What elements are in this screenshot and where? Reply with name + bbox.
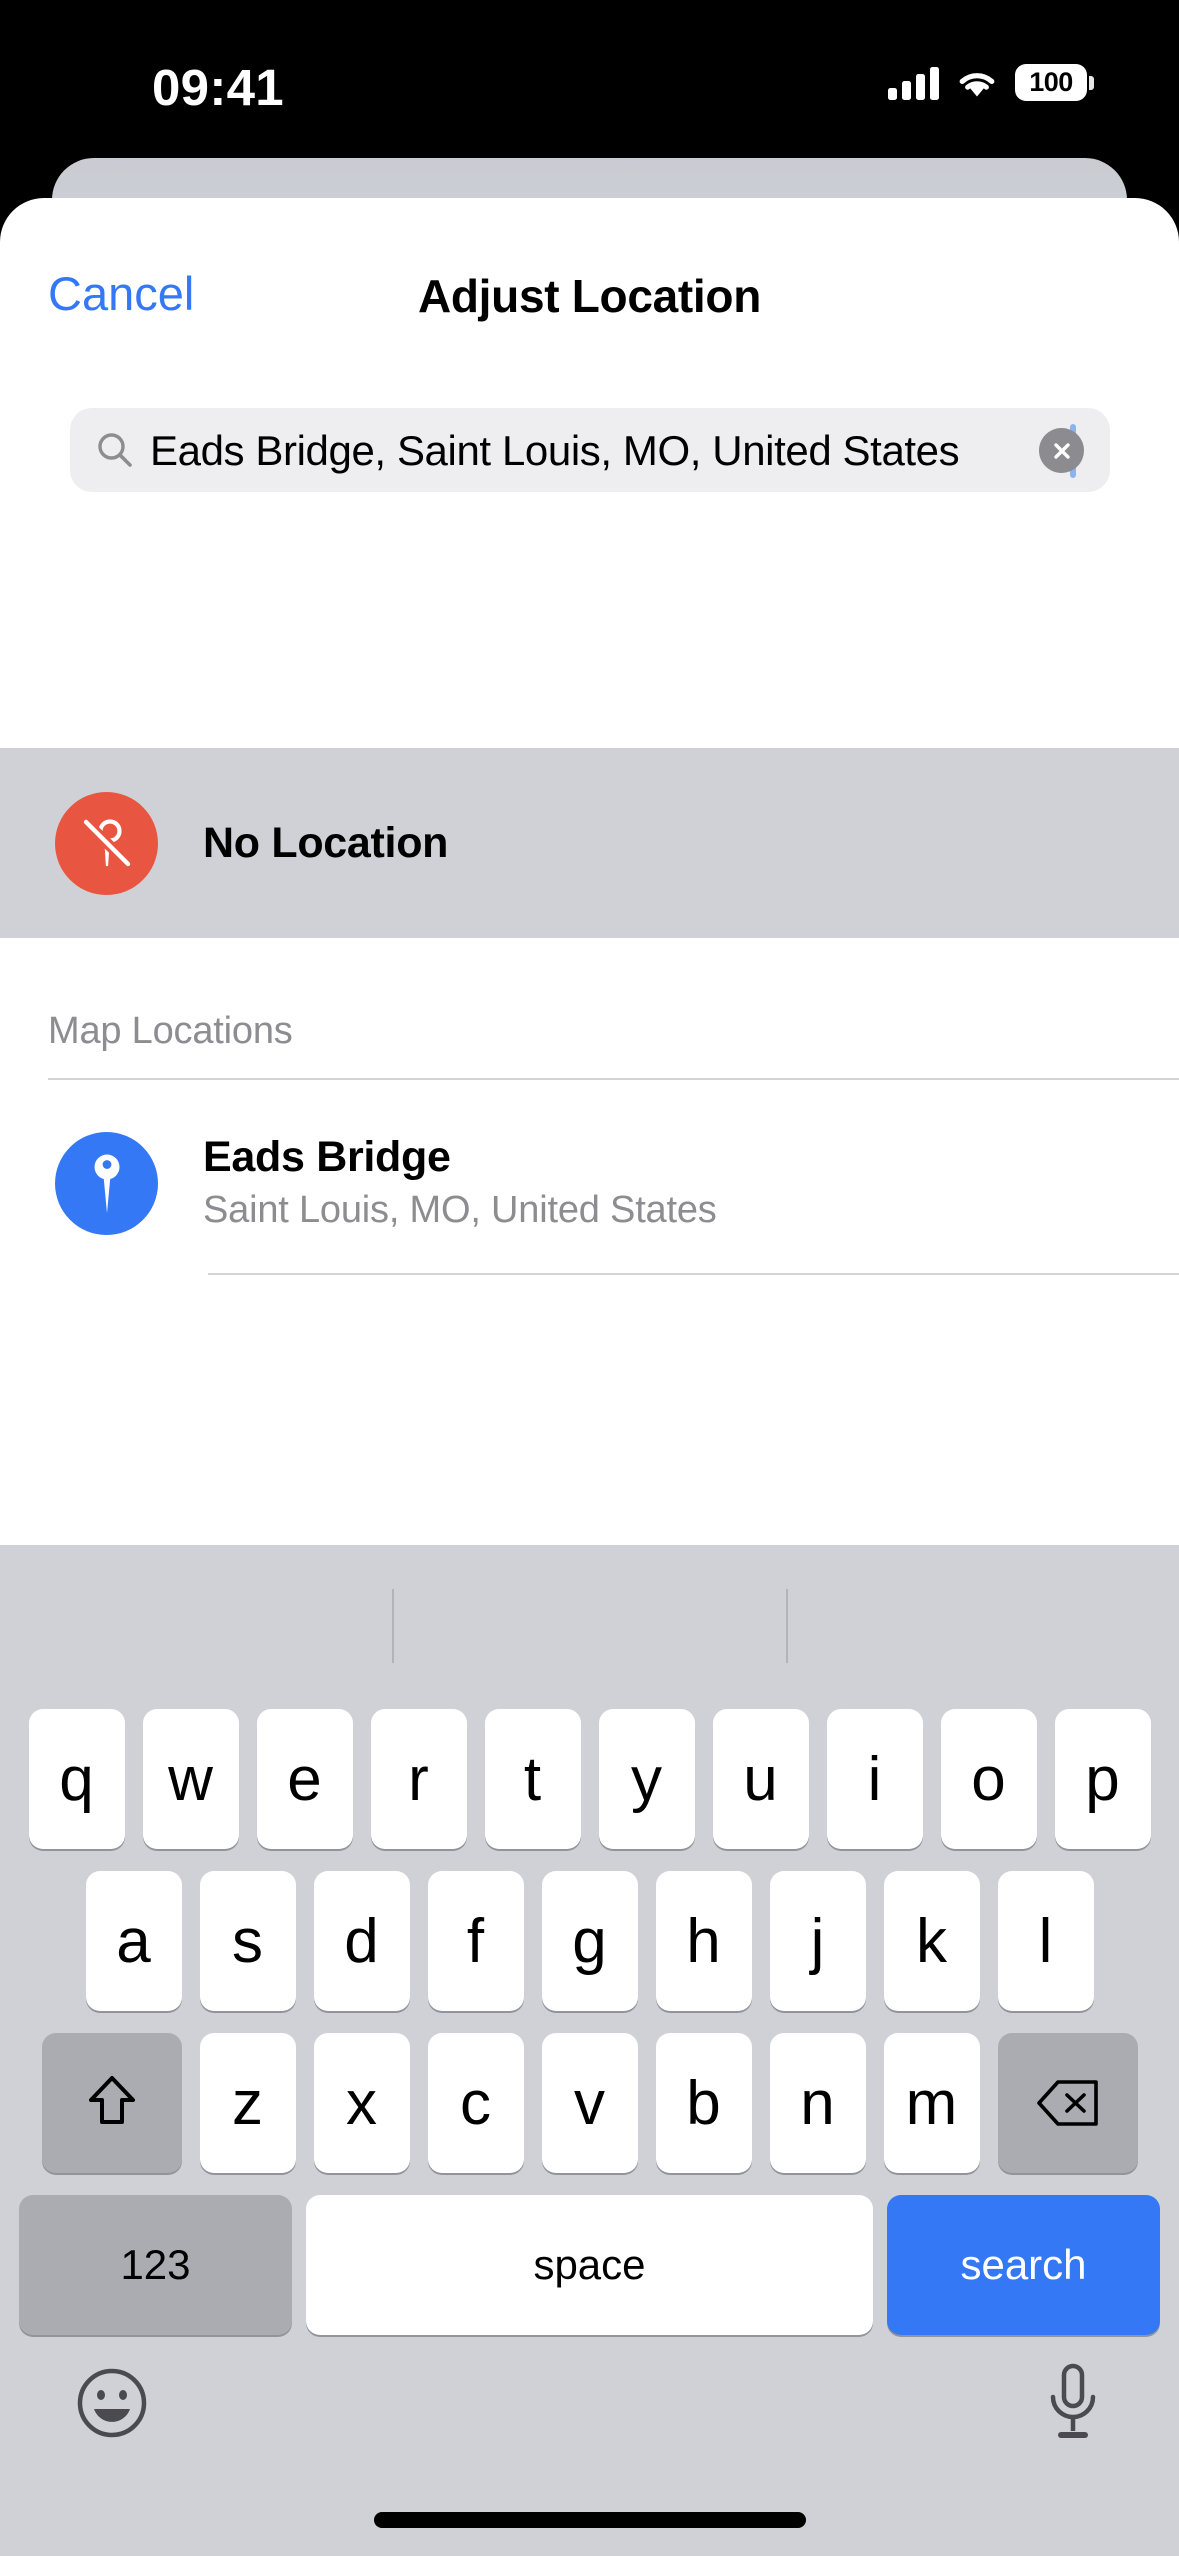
keyboard-row-3: z x c v b n m — [0, 2033, 1179, 2173]
numbers-key[interactable]: 123 — [19, 2195, 292, 2335]
battery-icon: 100 — [1015, 64, 1094, 101]
clear-circle-icon — [1053, 442, 1070, 459]
battery-percentage: 100 — [1029, 67, 1073, 97]
search-input[interactable]: Eads Bridge, Saint Louis, MO, United Sta… — [70, 408, 1110, 492]
status-bar-indicators: 100 — [888, 64, 1094, 101]
status-bar-time: 09:41 — [152, 59, 284, 116]
key-a[interactable]: a — [85, 1871, 182, 2011]
key-z[interactable]: z — [199, 2033, 296, 2173]
list-item-text: Eads Bridge Saint Louis, MO, United Stat… — [203, 1132, 717, 1234]
predictive-divider-1 — [392, 1589, 394, 1663]
space-key[interactable]: space — [306, 2195, 873, 2335]
battery-tip — [1089, 76, 1094, 90]
keyboard-row-1: q w e r t y u i o p — [0, 1709, 1179, 1849]
shift-key[interactable] — [41, 2033, 182, 2173]
clear-search-button[interactable] — [1039, 428, 1084, 473]
list-item[interactable]: Eads Bridge Saint Louis, MO, United Stat… — [0, 1093, 1179, 1273]
wifi-icon — [955, 66, 999, 100]
key-m[interactable]: m — [883, 2033, 980, 2173]
search-input-value: Eads Bridge, Saint Louis, MO, United Sta… — [150, 427, 960, 474]
key-f[interactable]: f — [427, 1871, 524, 2011]
key-y[interactable]: y — [598, 1709, 695, 1849]
on-screen-keyboard: q w e r t y u i o p a s d f g h j k l z … — [0, 1545, 1179, 2556]
list-row-divider — [208, 1273, 1179, 1275]
backspace-delete-icon — [1036, 2080, 1098, 2126]
list-item-title: Eads Bridge — [203, 1133, 451, 1181]
search-bar: Eads Bridge, Saint Louis, MO, United Sta… — [70, 408, 1110, 492]
key-r[interactable]: r — [370, 1709, 467, 1849]
key-o[interactable]: o — [940, 1709, 1037, 1849]
key-p[interactable]: p — [1054, 1709, 1151, 1849]
emoji-smiley-icon[interactable] — [76, 2367, 148, 2439]
backspace-key[interactable] — [997, 2033, 1138, 2173]
microphone-icon[interactable] — [1043, 2361, 1103, 2445]
list-item-subtitle: Saint Louis, MO, United States — [203, 1189, 717, 1231]
key-x[interactable]: x — [313, 2033, 410, 2173]
key-u[interactable]: u — [712, 1709, 809, 1849]
key-w[interactable]: w — [142, 1709, 239, 1849]
key-c[interactable]: c — [427, 2033, 524, 2173]
predictive-divider-2 — [786, 1589, 788, 1663]
shift-arrow-icon — [88, 2076, 135, 2124]
keyboard-utility-row — [0, 2335, 1179, 2510]
key-h[interactable]: h — [655, 1871, 752, 2011]
map-pin-icon — [55, 1131, 158, 1235]
key-l[interactable]: l — [997, 1871, 1094, 2011]
key-n[interactable]: n — [769, 2033, 866, 2173]
iphone-screen: 09:41 100 Cancel Adjust Location Eads Br… — [0, 0, 1179, 2556]
key-d[interactable]: d — [313, 1871, 410, 2011]
search-return-key[interactable]: search — [887, 2195, 1160, 2335]
keyboard-row-2: a s d f g h j k l — [0, 1871, 1179, 2011]
key-e[interactable]: e — [256, 1709, 353, 1849]
cellular-signal-icon — [888, 66, 939, 100]
map-locations-section-header: Map Locations — [48, 1010, 293, 1052]
key-j[interactable]: j — [769, 1871, 866, 2011]
key-i[interactable]: i — [826, 1709, 923, 1849]
page-title: Adjust Location — [417, 270, 762, 322]
sheet-navigation-bar: Cancel Adjust Location — [0, 198, 1179, 342]
predictive-text-bar — [0, 1545, 1179, 1709]
no-location-slash-pin-icon — [55, 791, 158, 895]
key-g[interactable]: g — [541, 1871, 638, 2011]
key-b[interactable]: b — [655, 2033, 752, 2173]
key-q[interactable]: q — [28, 1709, 125, 1849]
no-location-label: No Location — [203, 818, 449, 867]
status-bar: 09:41 100 — [0, 0, 1179, 165]
key-v[interactable]: v — [541, 2033, 638, 2173]
key-t[interactable]: t — [484, 1709, 581, 1849]
section-divider — [48, 1078, 1179, 1080]
keyboard-row-4: 123 space search — [0, 2195, 1179, 2335]
no-location-option[interactable]: No Location — [0, 748, 1179, 938]
home-indicator — [373, 2512, 806, 2528]
key-k[interactable]: k — [883, 1871, 980, 2011]
key-s[interactable]: s — [199, 1871, 296, 2011]
